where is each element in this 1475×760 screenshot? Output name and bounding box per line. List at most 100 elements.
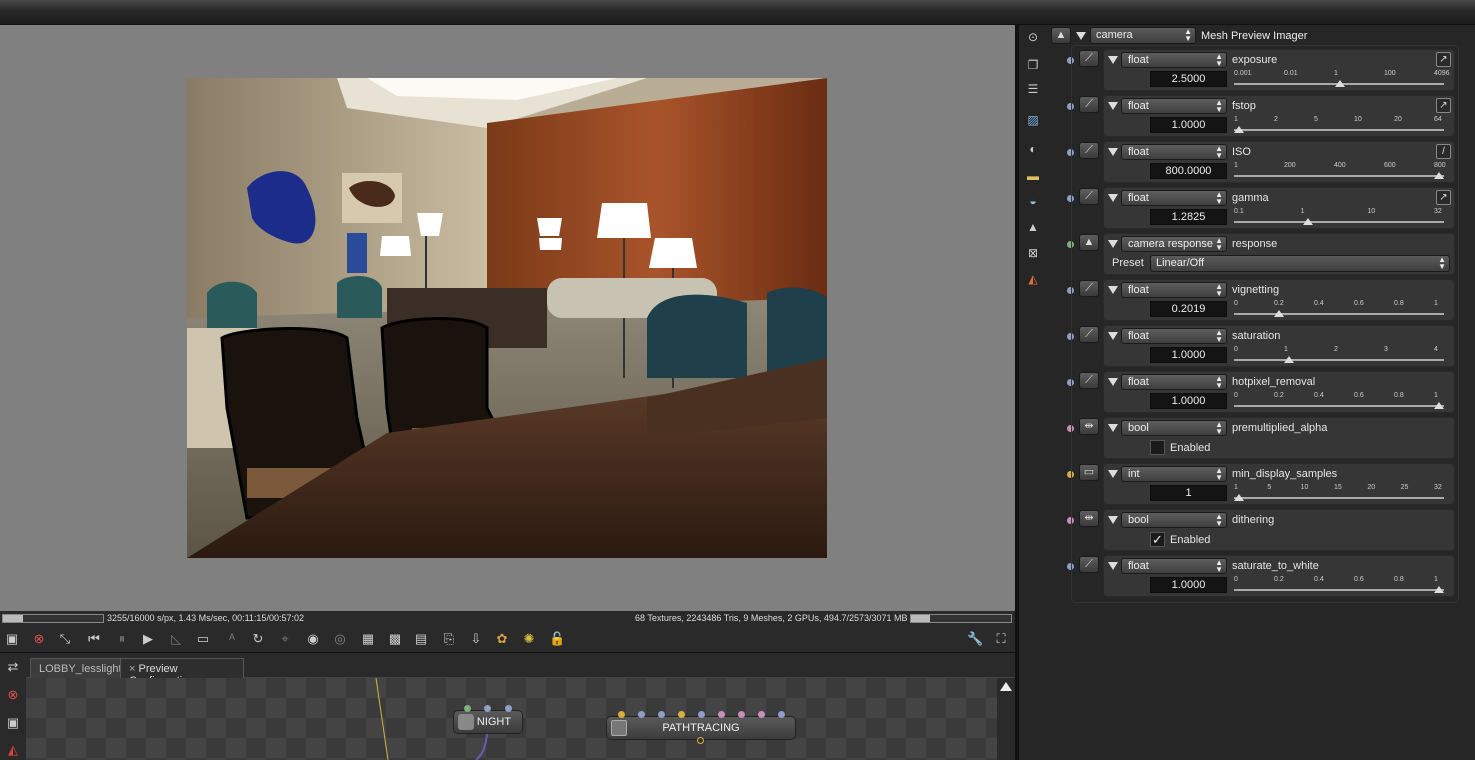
hotpixel-removal-type-select[interactable]: float ▲ ▼ — [1121, 374, 1227, 390]
fstop-type-select[interactable]: float ▲ ▼ — [1121, 98, 1227, 114]
render-target-icon[interactable]: ◭ — [1025, 271, 1041, 287]
region-icon[interactable]: ▦ — [360, 631, 376, 647]
slider-thumb[interactable] — [1284, 356, 1294, 363]
response-type-select[interactable]: camera response ▲ ▼ — [1121, 236, 1227, 252]
play-icon[interactable]: ▶ — [140, 631, 156, 647]
exposure-curve-icon[interactable]: ↗ — [1436, 52, 1451, 67]
param-collapse-icon[interactable] — [1108, 470, 1118, 478]
tab-lobby-lesslight[interactable]: LOBBY_lesslight — [30, 658, 126, 678]
preset-select[interactable]: Linear/Off ▲ ▼ — [1150, 255, 1450, 272]
response-pin-icon[interactable] — [1067, 241, 1074, 248]
clear-icon[interactable]: ⊗ — [31, 631, 47, 647]
stack-icon[interactable]: ☰ — [1025, 81, 1041, 97]
fstop-curve-icon[interactable]: ↗ — [1436, 98, 1451, 113]
imager-icon[interactable]: ▲ — [1025, 219, 1041, 235]
iso-curve-icon[interactable]: / — [1436, 144, 1451, 159]
param-collapse-icon[interactable] — [1108, 194, 1118, 202]
param-collapse-icon[interactable] — [1108, 56, 1118, 64]
texture-icon[interactable]: ▬ — [1025, 168, 1041, 184]
saturation-pin-icon[interactable] — [1067, 333, 1074, 340]
hotpixel-removal-slider[interactable]: 0 0.2 0.4 0.6 0.8 1 — [1234, 392, 1444, 412]
slider-track[interactable] — [1234, 405, 1444, 407]
hotpixel-removal-pin-icon[interactable] — [1067, 379, 1074, 386]
slider-track[interactable] — [1234, 129, 1444, 131]
min-display-samples-type-select[interactable]: int ▲ ▼ — [1121, 466, 1227, 482]
hotpixel-removal-value-field[interactable]: 1.0000 — [1150, 393, 1227, 409]
vignetting-type-select[interactable]: float ▲ ▼ — [1121, 282, 1227, 298]
refresh-icon[interactable]: ↻ — [250, 631, 266, 647]
param-collapse-icon[interactable] — [1108, 102, 1118, 110]
fullscreen-icon[interactable]: ⛶ — [993, 631, 1009, 647]
fstop-value-field[interactable]: 1.0000 — [1150, 117, 1227, 133]
camera-icon[interactable]: ◐ — [1025, 141, 1041, 157]
slider-thumb[interactable] — [1234, 494, 1244, 501]
render-viewport[interactable] — [0, 25, 1015, 611]
saturate-to-white-type-select[interactable]: float ▲ ▼ — [1121, 558, 1227, 574]
wrench-icon[interactable]: 🔧 — [967, 631, 983, 647]
gamma-pin-icon[interactable] — [1067, 195, 1074, 202]
restart-icon[interactable]: ⏮ — [86, 631, 102, 647]
fstop-slider[interactable]: 1 2 5 10 20 64 — [1234, 116, 1444, 136]
grid-icon[interactable]: ▤ — [413, 631, 429, 647]
pause-icon[interactable]: ⏸ — [114, 631, 130, 647]
environment-icon[interactable]: ◒ — [1025, 193, 1041, 209]
graph-scrollbar[interactable] — [997, 678, 1015, 760]
slider-track[interactable] — [1234, 313, 1444, 315]
copy-icon[interactable]: ⎘ — [441, 631, 457, 647]
slider-track[interactable] — [1234, 497, 1444, 499]
saturate-to-white-value-field[interactable]: 1.0000 — [1150, 577, 1227, 593]
vignetting-slider[interactable]: 0 0.2 0.4 0.6 0.8 1 — [1234, 300, 1444, 320]
param-collapse-icon[interactable] — [1108, 562, 1118, 570]
exposure-slider[interactable]: 0.001 0.01 1 100 4096 — [1234, 70, 1450, 90]
kernel-icon[interactable]: ⊠ — [1025, 245, 1041, 261]
sphere-icon[interactable]: ◉ — [305, 631, 321, 647]
exposure-value-field[interactable]: 2.5000 — [1150, 71, 1227, 87]
slider-track[interactable] — [1234, 175, 1444, 177]
param-collapse-icon[interactable] — [1108, 148, 1118, 156]
graph-canvas[interactable]: NIGHT PATHTRACING — [26, 678, 997, 760]
saturation-type-select[interactable]: float ▲ ▼ — [1121, 328, 1227, 344]
slider-thumb[interactable] — [1234, 126, 1244, 133]
param-collapse-icon[interactable] — [1108, 332, 1118, 340]
light-icon[interactable]: ✺ — [521, 631, 537, 647]
slider-thumb[interactable] — [1274, 310, 1285, 317]
premultiplied-alpha-pin-icon[interactable] — [1067, 425, 1074, 432]
slider-thumb[interactable] — [1334, 80, 1345, 87]
gamma-type-select[interactable]: float ▲ ▼ — [1121, 190, 1227, 206]
sphere-alt-icon[interactable]: ◎ — [332, 631, 348, 647]
slider-track[interactable] — [1234, 221, 1444, 223]
export-icon[interactable]: ⇩ — [468, 631, 484, 647]
tab-close-icon[interactable]: × — [129, 663, 135, 675]
night-node[interactable]: NIGHT — [453, 705, 523, 734]
saturation-slider[interactable]: 0 1 2 3 4 — [1234, 346, 1444, 366]
save-render-icon[interactable]: ▣ — [4, 631, 20, 647]
gamma-curve-icon[interactable]: ↗ — [1436, 190, 1451, 205]
pick-icon[interactable]: ⌖ — [277, 631, 293, 647]
iso-slider[interactable]: 1 200 400 600 800 — [1234, 162, 1446, 182]
param-collapse-icon[interactable] — [1108, 516, 1118, 524]
scroll-up-icon[interactable] — [1000, 682, 1012, 691]
vignetting-value-field[interactable]: 0.2019 — [1150, 301, 1227, 317]
premultiplied-alpha-checkbox[interactable] — [1150, 440, 1165, 455]
graph-link-icon[interactable]: ⇄ — [5, 659, 21, 675]
saturation-value-field[interactable]: 1.0000 — [1150, 347, 1227, 363]
iso-pin-icon[interactable] — [1067, 149, 1074, 156]
material-icon[interactable]: ✿ — [494, 631, 510, 647]
slider-thumb[interactable] — [1434, 172, 1444, 179]
ruler-icon[interactable]: ◺ — [168, 631, 184, 647]
graph-clear-icon[interactable]: ⊗ — [5, 687, 21, 703]
inspect-icon[interactable]: ⊙ — [1025, 29, 1041, 45]
imager-kind-select[interactable]: camera ▲ ▼ — [1090, 27, 1196, 44]
vignetting-pin-icon[interactable] — [1067, 287, 1074, 294]
collapse-arrow-icon[interactable] — [1076, 32, 1086, 40]
display-icon[interactable]: ▭ — [195, 631, 211, 647]
gamma-slider[interactable]: 0.1 1 10 32 — [1234, 208, 1444, 228]
layers-icon[interactable]: ❐ — [1025, 57, 1041, 73]
iso-type-select[interactable]: float ▲ ▼ — [1121, 144, 1227, 160]
checker-icon[interactable]: ▩ — [387, 631, 403, 647]
iso-value-field[interactable]: 800.0000 — [1150, 163, 1227, 179]
saturate-to-white-pin-icon[interactable] — [1067, 563, 1074, 570]
autofocus-icon[interactable]: ᴬ — [224, 631, 240, 647]
param-collapse-icon[interactable] — [1108, 240, 1118, 248]
slider-thumb[interactable] — [1434, 402, 1444, 409]
